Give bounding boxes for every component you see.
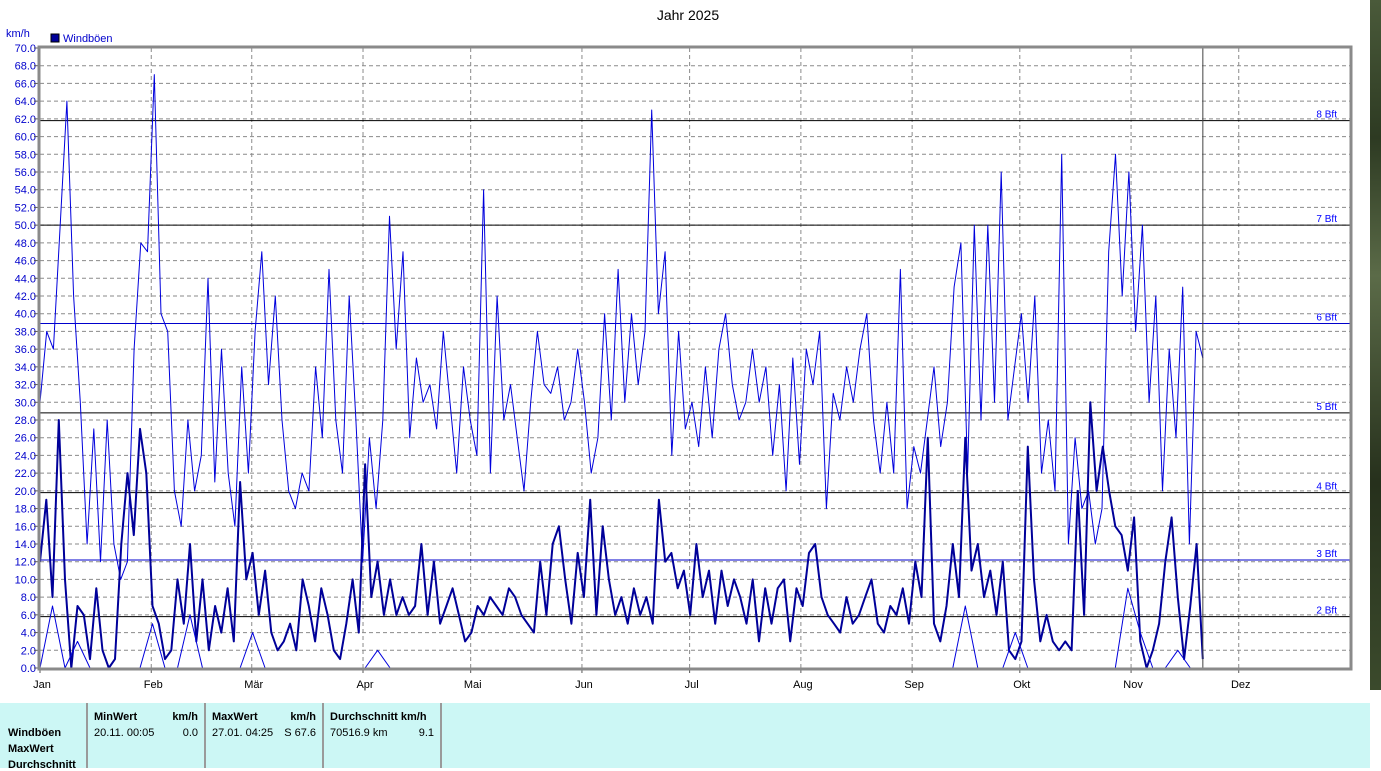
beaufort-label: 8 Bft (1316, 110, 1337, 121)
avg-value: 9.1 (418, 727, 434, 739)
max-time: 27.01. 04:25 (212, 727, 274, 739)
chart-title: Jahr 2025 (657, 7, 719, 23)
month-label-Sep: Sep (904, 679, 924, 691)
y-tick-label: 14.0 (15, 539, 36, 551)
y-tick-label: 0.0 (21, 663, 36, 675)
background-photo-strip (1370, 0, 1381, 690)
y-tick-label: 18.0 (15, 504, 36, 516)
y-tick-label: 36.0 (15, 344, 36, 356)
y-tick-label: 48.0 (15, 238, 36, 250)
series-line-windböen-mittel (39, 401, 1204, 669)
max-unit: km/h (290, 711, 316, 723)
month-label-Jun: Jun (575, 679, 593, 691)
series-line-windböen-max (39, 74, 1204, 580)
max-column: MaxWert km/h 27.01. 04:25 S 67.6 (206, 703, 324, 768)
y-tick-label: 68.0 (15, 61, 36, 73)
min-value: 0.0 (182, 727, 198, 739)
y-tick-label: 62.0 (15, 114, 36, 126)
y-tick-label: 42.0 (15, 291, 36, 303)
min-unit: km/h (172, 711, 198, 723)
y-tick-label: 44.0 (15, 273, 36, 285)
month-label-Apr: Apr (356, 679, 373, 691)
beaufort-label: 2 Bft (1316, 606, 1337, 617)
y-tick-label: 16.0 (15, 521, 36, 533)
month-label-Nov: Nov (1123, 679, 1143, 691)
beaufort-label: 3 Bft (1316, 549, 1337, 560)
y-tick-label: 30.0 (15, 397, 36, 409)
month-label-Mai: Mai (464, 679, 482, 691)
avg-distance: 70516.9 km (330, 727, 388, 739)
wind-gust-chart: Jahr 2025 km/h Windböen 2 Bft 3 Bft 4 Bft 5… (6, 7, 1353, 691)
month-label-Mär: Mär (244, 679, 263, 691)
y-tick-label: 24.0 (15, 450, 36, 462)
y-tick-label: 2.0 (21, 645, 36, 657)
legend-swatch (50, 33, 60, 43)
beaufort-label: 6 Bft (1316, 312, 1337, 323)
y-tick-label: 40.0 (15, 309, 36, 321)
month-label-Aug: Aug (793, 679, 813, 691)
avg-column: Durchschnitt km/h 70516.9 km 9.1 (324, 703, 442, 768)
y-tick-label: 8.0 (21, 592, 36, 604)
month-label-Jan: Jan (33, 679, 51, 691)
y-tick-label: 6.0 (21, 610, 36, 622)
min-time: 20.11. 00:05 (94, 727, 155, 739)
month-label-Dez: Dez (1231, 679, 1251, 691)
max-value: S 67.6 (284, 727, 316, 739)
legend-label: Windböen (63, 33, 113, 45)
y-tick-label: 12.0 (15, 557, 36, 569)
y-tick-label: 32.0 (15, 380, 36, 392)
y-tick-label: 64.0 (15, 96, 36, 108)
beaufort-label: 4 Bft (1316, 482, 1337, 493)
stats-panel: Windböen MaxWert Durchschnitt MinWert km… (0, 703, 1370, 771)
avg-header: Durchschnitt km/h (330, 711, 427, 723)
y-tick-label: 28.0 (15, 415, 36, 427)
beaufort-label: 5 Bft (1316, 402, 1337, 413)
month-label-Okt: Okt (1013, 679, 1030, 691)
y-tick-label: 22.0 (15, 468, 36, 480)
month-label-Jul: Jul (685, 679, 699, 691)
y-tick-label: 4.0 (21, 628, 36, 640)
y-tick-label: 26.0 (15, 433, 36, 445)
month-label-Feb: Feb (144, 679, 163, 691)
y-tick-label: 20.0 (15, 486, 36, 498)
y-axis-label: km/h (6, 28, 30, 40)
y-tick-label: 34.0 (15, 362, 36, 374)
y-tick-label: 38.0 (15, 326, 36, 338)
y-tick-label: 60.0 (15, 132, 36, 144)
y-tick-label: 66.0 (15, 78, 36, 90)
y-tick-label: 54.0 (15, 185, 36, 197)
beaufort-label: 7 Bft (1316, 214, 1337, 225)
y-tick-label: 52.0 (15, 202, 36, 214)
y-tick-label: 46.0 (15, 256, 36, 268)
y-tick-label: 10.0 (15, 574, 36, 586)
y-tick-label: 50.0 (15, 220, 36, 232)
max-header: MaxWert (212, 711, 258, 723)
y-tick-label: 56.0 (15, 167, 36, 179)
y-tick-label: 70.0 (15, 43, 36, 55)
min-column: MinWert km/h 20.11. 00:05 0.0 (88, 703, 206, 768)
min-header: MinWert (94, 711, 138, 723)
y-tick-label: 58.0 (15, 149, 36, 161)
